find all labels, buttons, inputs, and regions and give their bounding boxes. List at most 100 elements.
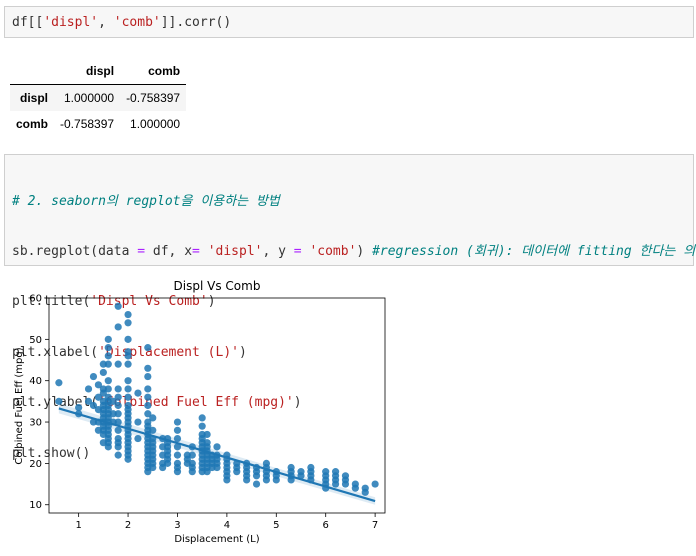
y-tick-label: 50 [29,335,42,346]
column-header: comb [120,58,187,85]
code-token: df, x [145,243,193,259]
scatter-point [188,468,196,476]
scatter-point [55,397,63,405]
x-tick-label: 6 [323,520,329,531]
column-header [10,58,55,85]
scatter-point [134,434,142,443]
table-cell: 1.000000 [64,91,115,105]
code-token: # 2. seaborn의 regplot을 이용하는 방법 [12,193,280,209]
scatter-point [114,426,122,434]
column-header: displ [54,58,121,85]
scatter-point [351,484,359,492]
code-token: = [293,243,302,259]
scatter-point [144,385,152,393]
scatter-point [114,393,122,401]
scatter-point [55,379,63,387]
code-token: , [98,15,114,30]
y-tick-label: 10 [29,500,42,511]
y-tick-label: 30 [29,418,42,429]
scatter-point [173,418,182,426]
code-token: 'displ' [43,15,99,30]
scatter-point [213,443,221,451]
scatter-point [104,335,112,343]
scatter-point [114,443,122,451]
chart-title: Displ Vs Comb [174,279,261,293]
scatter-point [124,335,132,343]
scatter-point [104,443,112,451]
scatter-point [104,385,112,393]
code-cell-regplot[interactable]: # 2. seaborn의 regplot을 이용하는 방법 sb.regplo… [4,154,696,461]
code-token: ]].corr() [160,15,232,30]
table-row: comb -0.758397 1.000000 [10,111,186,137]
code-cell-corr[interactable]: df[['displ', 'comb']].corr() [4,6,694,38]
scatter-point [144,344,152,352]
scatter-point [198,414,206,422]
scatter-point [173,434,182,443]
scatter-point [213,463,221,472]
scatter-point [361,488,369,496]
scatter-point [262,476,271,484]
scatter-point [114,360,122,368]
table-header-row: displ comb [10,58,187,85]
x-tick-label: 5 [273,520,279,531]
scatter-point [104,344,112,352]
row-label: displ [20,91,49,105]
x-tick-label: 2 [125,520,131,531]
scatter-point [341,480,350,488]
scatter-point [173,451,182,459]
scatter-point [144,372,152,381]
scatter-point [272,476,280,484]
scatter-point [144,401,152,410]
table-cell: 1.000000 [130,117,181,131]
scatter-point [124,310,132,319]
scatter-point [331,480,340,488]
code-token: 'displ' [207,243,263,259]
scatter-point [114,302,122,310]
scatter-point [124,455,132,463]
scatter-point [149,426,157,434]
x-tick-label: 4 [224,520,230,531]
scatter-point [124,319,132,327]
code-line: # 2. seaborn의 regplot을 이용하는 방법 [12,194,693,211]
scatter-point [371,480,379,488]
scatter-point [124,360,132,368]
y-tick-label: 20 [29,459,42,470]
scatter-point [114,451,122,459]
scatter-point [243,476,251,484]
code-token: 'comb' [309,243,357,259]
scatter-point [252,480,261,488]
code-token: sb.regplot(data [12,243,138,259]
scatter-point [114,323,122,331]
y-tick-label: 40 [29,376,42,387]
scatter-point [163,459,172,467]
scatter-point [114,410,122,418]
table-cell: -0.758397 [126,91,181,105]
table-row: displ 1.000000 -0.758397 [10,84,187,111]
scatter-point [233,468,241,476]
x-tick-label: 7 [372,520,378,531]
scatter-point [203,430,211,439]
scatter-point [124,393,132,401]
scatter-point [198,422,206,430]
scatter-point [114,385,122,393]
code-line: sb.regplot(data = df, x= 'displ', y = 'c… [12,243,696,261]
scatter-point [173,426,182,434]
scatter-point [104,352,112,360]
code-token: ) [356,243,373,259]
code-token: = [192,243,200,259]
code-token: = [137,243,146,259]
scatter-point [124,352,132,360]
scatter-point [84,385,93,393]
scatter-point [99,368,107,377]
correlation-table: displ comb displ 1.000000 -0.758397 comb… [10,58,187,137]
scatter-point [104,360,112,368]
scatter-point [144,393,152,401]
x-tick-label: 1 [75,520,81,531]
scatter-point [149,414,157,422]
scatter-point [223,476,231,484]
scatter-point [114,401,122,410]
y-tick-label: 60 [29,294,42,305]
scatter-point [173,468,182,476]
scatter-point [89,372,98,381]
code-line: df[['displ', 'comb']].corr() [12,15,693,32]
